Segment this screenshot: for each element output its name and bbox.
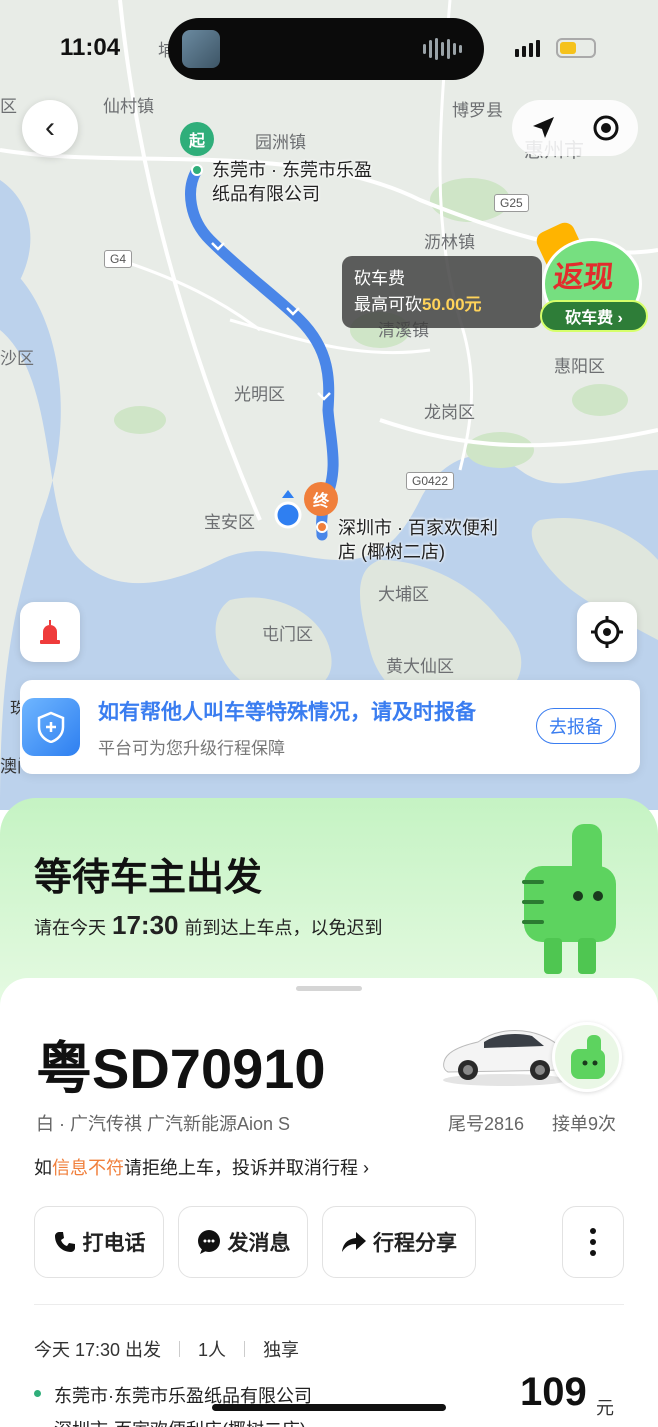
car-image xyxy=(443,1029,568,1086)
action-row: 打电话 发消息 行程分享 xyxy=(34,1206,476,1278)
dynamic-island[interactable] xyxy=(168,18,484,80)
shield-icon xyxy=(22,698,80,756)
place-label: 区 xyxy=(0,97,17,116)
thumbs-up-mascot xyxy=(522,824,616,974)
media-thumbnail xyxy=(182,30,220,68)
place-label: 博罗县 xyxy=(452,101,503,120)
cashback-badge[interactable]: 返现 砍车费 › xyxy=(533,219,648,338)
bargain-fare-button[interactable]: 砍车费 › xyxy=(540,300,648,332)
audio-wave-icon xyxy=(423,38,462,60)
place-label: 光明区 xyxy=(234,385,285,404)
locate-button[interactable] xyxy=(577,602,637,662)
license-plate: 粤SD70910 xyxy=(36,1037,326,1100)
divider xyxy=(34,1304,624,1305)
message-button[interactable]: 发消息 xyxy=(178,1206,308,1278)
mismatch-warning[interactable]: 如信息不符请拒绝上车，投诉并取消行程 › xyxy=(34,1154,369,1180)
cashback-title: 返现 xyxy=(551,261,616,294)
warn-suffix: 请拒绝上车，投诉并取消行程 › xyxy=(124,1158,369,1178)
road-badge: G0422 xyxy=(406,472,455,490)
alarm-icon xyxy=(40,620,60,644)
driver-avatar[interactable] xyxy=(552,1022,622,1092)
more-button[interactable] xyxy=(562,1206,624,1278)
price-unit: 元 xyxy=(596,1398,614,1418)
passenger-count: 1人 xyxy=(198,1340,227,1360)
place-label: 园洲镇 xyxy=(255,133,306,152)
my-location-icon[interactable] xyxy=(591,113,621,143)
phone-tail-number: 尾号2816 xyxy=(448,1114,525,1134)
place-label: 惠阳区 xyxy=(554,357,605,376)
warn-highlight: 信息不符 xyxy=(52,1158,124,1178)
ride-status-title: 等待车主出发 xyxy=(34,857,263,899)
back-button[interactable]: ‹ xyxy=(22,100,78,156)
road-badge: G4 xyxy=(104,250,133,268)
trip-time: 今天 17:30 出发 xyxy=(34,1340,162,1360)
share-arrow-icon xyxy=(342,1232,366,1252)
safety-notice: 如有帮他人叫车等特殊情况，请及时报备 平台可为您升级行程保障 去报备 xyxy=(20,680,640,774)
end-marker: 终 xyxy=(304,482,338,516)
end-location-label: 深圳市 · 百家欢便利店 (椰树二店) xyxy=(338,518,498,562)
drag-handle[interactable] xyxy=(296,986,362,991)
driver-sheet: 粤SD70910 白 · 广汽传祺 广汽新能源Aion S 尾号2816 接单9… xyxy=(0,978,658,1427)
promo-bubble[interactable]: 砍车费 最高可砍50.00元 xyxy=(342,256,542,328)
promo-amount: 50.00元 xyxy=(422,295,482,314)
promo-text: 最高可砍 xyxy=(354,295,422,314)
trip-price: 109 xyxy=(520,1370,587,1414)
safety-title: 如有帮他人叫车等特殊情况，请及时报备 xyxy=(98,701,476,724)
share-trip-button[interactable]: 行程分享 xyxy=(322,1206,476,1278)
battery-icon xyxy=(556,38,596,58)
start-location-label: 东莞市 · 东莞市乐盈纸品有限公司 xyxy=(212,160,372,204)
share-label: 行程分享 xyxy=(373,1232,457,1255)
trip-meta: 今天 17:30 出发 1人 独享 xyxy=(34,1336,299,1362)
start-marker: 起 xyxy=(180,122,214,156)
map-tools xyxy=(512,100,638,156)
chat-icon xyxy=(197,1230,220,1254)
place-label: 大埔区 xyxy=(378,585,429,604)
chevron-left-icon: ‹ xyxy=(45,111,55,144)
place-label: 仙村镇 xyxy=(103,97,154,116)
place-label: 黄大仙区 xyxy=(386,657,454,676)
report-button[interactable]: 去报备 xyxy=(536,708,616,744)
order-count: 接单9次 xyxy=(552,1114,617,1134)
home-indicator[interactable] xyxy=(212,1404,446,1411)
call-label: 打电话 xyxy=(82,1232,146,1255)
message-label: 发消息 xyxy=(227,1232,291,1255)
trip-destination: 深圳市·百家欢便利店(椰树二店) xyxy=(54,1416,306,1427)
ride-type: 独享 xyxy=(263,1340,300,1360)
place-label: 龙岗区 xyxy=(424,403,475,422)
more-vertical-icon xyxy=(590,1228,596,1256)
start-dot xyxy=(34,1390,41,1397)
place-label: 沥林镇 xyxy=(424,233,475,252)
place-label: 宝安区 xyxy=(204,513,255,532)
departure-time: 17:30 xyxy=(112,910,179,940)
ride-status-subtitle: 请在今天 17:30 前到达上车点，以免迟到 xyxy=(34,910,383,941)
signal-icon xyxy=(515,40,540,57)
safety-subtitle: 平台可为您升级行程保障 xyxy=(98,739,285,758)
status-time: 11:04 xyxy=(60,34,121,61)
warn-prefix: 如 xyxy=(34,1158,52,1178)
road-badge: G25 xyxy=(494,194,529,212)
car-description: 白 · 广汽传祺 广汽新能源Aion S xyxy=(36,1114,291,1134)
phone-icon xyxy=(54,1232,75,1252)
navigation-arrow-icon[interactable] xyxy=(530,115,556,141)
crosshair-icon xyxy=(591,616,623,648)
route-line xyxy=(185,164,339,541)
status-prefix: 请在今天 xyxy=(34,918,106,938)
call-button[interactable]: 打电话 xyxy=(34,1206,164,1278)
place-label: 屯门区 xyxy=(262,625,313,644)
place-label: 沙区 xyxy=(0,349,34,368)
status-suffix: 前到达上车点，以免迟到 xyxy=(184,918,383,938)
promo-title: 砍车费 xyxy=(354,269,405,288)
emergency-alarm-button[interactable] xyxy=(20,602,80,662)
